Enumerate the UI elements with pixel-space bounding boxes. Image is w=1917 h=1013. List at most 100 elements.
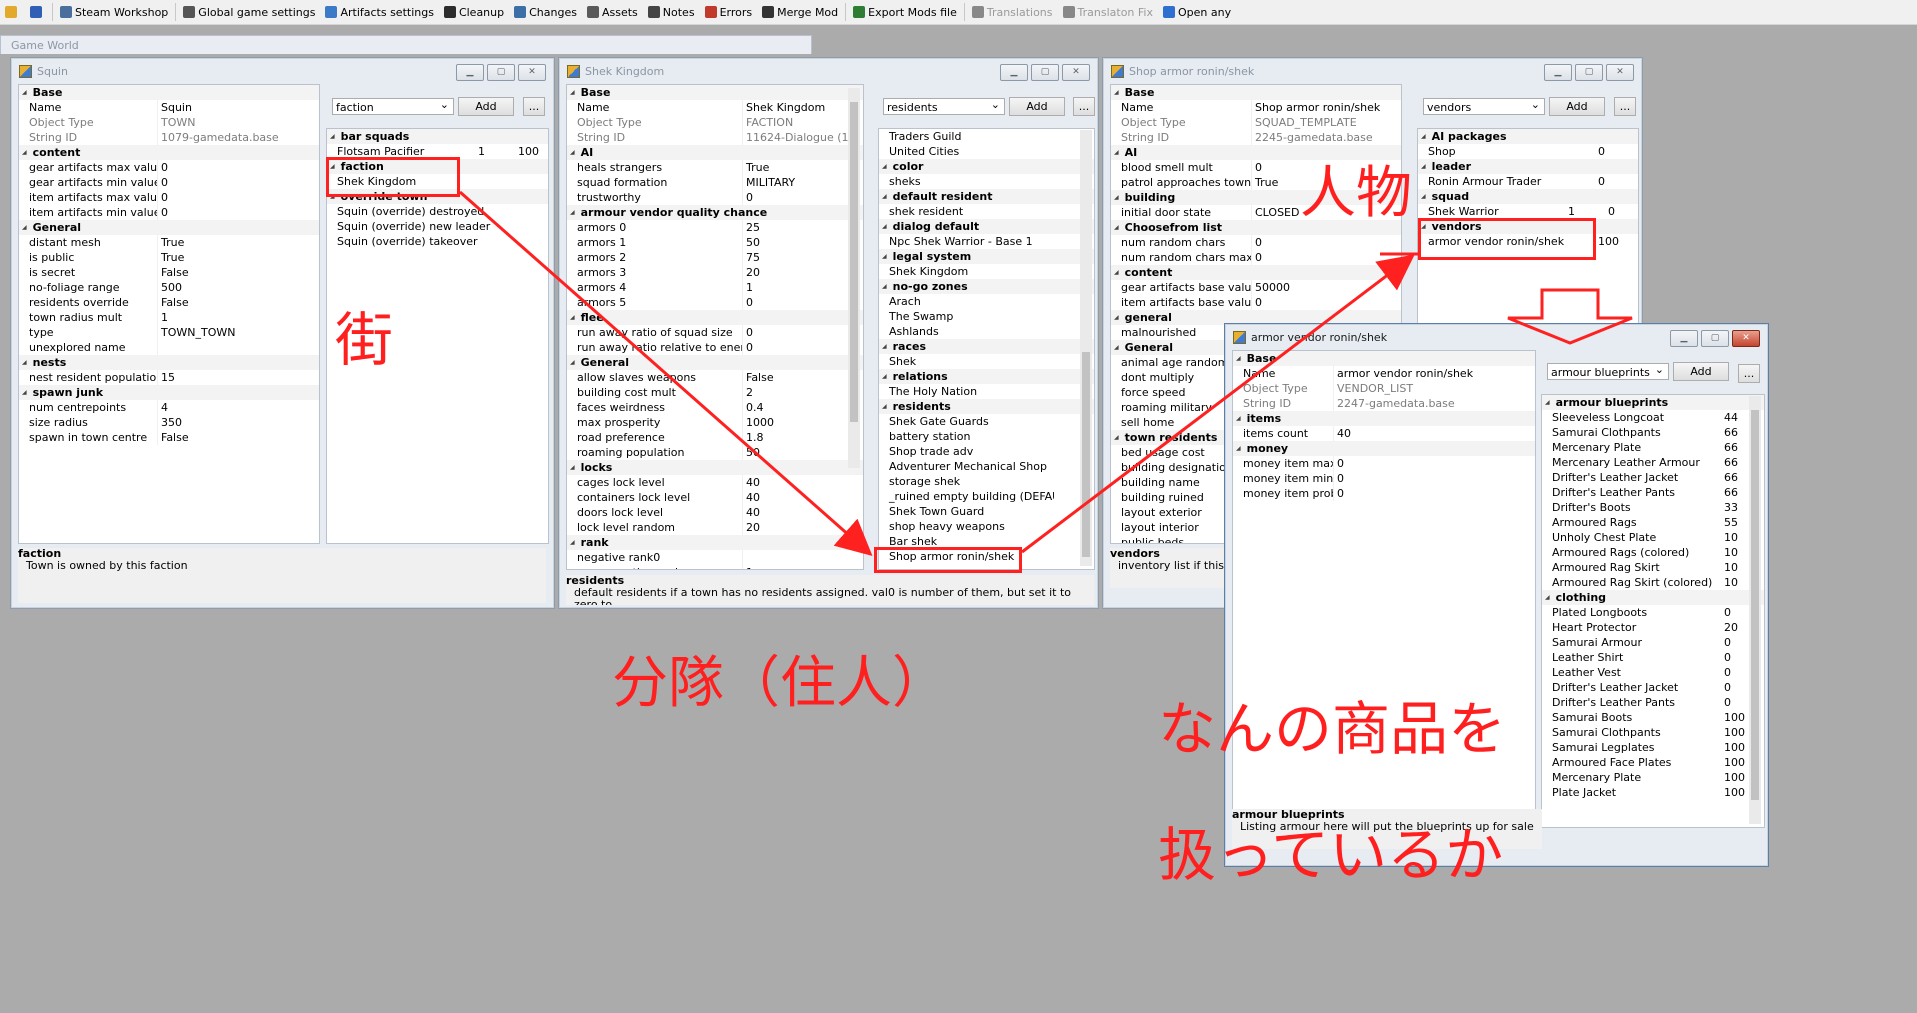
property-row[interactable]: armors 3 20 [567,265,863,280]
list-item[interactable]: Shop 0 [1418,144,1638,159]
property-value[interactable]: 40 [743,475,863,490]
squin-list-select[interactable]: faction [332,96,454,115]
minimize-button[interactable]: ▁ [1670,330,1698,347]
assets-button[interactable]: Assets [582,2,643,22]
property-row[interactable]: trustworthy 0 [567,190,863,205]
property-value[interactable]: 2245-gamedata.base [1252,130,1401,145]
property-row[interactable]: item artifacts max value 0 [19,190,319,205]
category-header[interactable]: leader [1418,159,1638,174]
list-item[interactable]: Shek [879,354,1094,369]
squin-properties-grid[interactable]: BaseNameSquinObject TypeTOWNString ID107… [18,84,320,544]
property-row[interactable]: max prosperity 1000 [567,415,863,430]
list-item[interactable]: Npc Shek Warrior - Base 1 [879,234,1094,249]
property-row[interactable]: Name Shop armor ronin/shek [1111,100,1401,115]
property-value[interactable]: SQUAD_TEMPLATE [1252,115,1401,130]
property-value[interactable]: False [158,430,319,445]
property-row[interactable]: roaming population 50 [567,445,863,460]
category-header[interactable]: rank [567,535,863,550]
list-item[interactable]: Shek Kingdom [879,264,1094,279]
vendor-more-button[interactable]: ... [1738,364,1760,383]
property-value[interactable]: False [743,370,863,385]
property-value[interactable]: armor vendor ronin/shek [1334,366,1535,381]
list-item[interactable]: Armoured Face Plates 100 [1542,755,1764,770]
list-item[interactable]: Drifter's Leather Pants 66 [1542,485,1764,500]
property-value[interactable]: 2 [743,385,863,400]
maximize-button[interactable]: ▢ [1031,64,1059,81]
property-row[interactable]: gear artifacts min value 0 [19,175,319,190]
property-value[interactable]: 0.4 [743,400,863,415]
vendor-items-list[interactable]: armour blueprintsSleeveless Longcoat44Sa… [1541,394,1765,828]
property-value[interactable]: 4 [158,400,319,415]
category-header[interactable]: residents [879,399,1094,414]
property-row[interactable]: money item prob 0 [1233,486,1535,501]
property-value[interactable]: 25 [743,220,863,235]
property-row[interactable]: armors 0 25 [567,220,863,235]
list-item[interactable]: Armoured Rag Skirt (colored) 10 [1542,575,1764,590]
list-item[interactable]: Plated Longboots 0 [1542,605,1764,620]
property-row[interactable]: spawn in town centre False [19,430,319,445]
steam-workshop-button[interactable]: Steam Workshop [55,2,173,22]
property-value[interactable]: 1.8 [743,430,863,445]
category-header[interactable]: legal system [879,249,1094,264]
list-item[interactable]: Armoured Rags (colored) 10 [1542,545,1764,560]
list-item[interactable]: Mercenary Plate 66 [1542,440,1764,455]
list-item[interactable]: Samurai Armour 0 [1542,635,1764,650]
property-value[interactable]: 20 [743,520,863,535]
property-value[interactable]: 0 [158,205,319,220]
shek-properties-scrollbar[interactable] [848,88,860,468]
squin-more-button[interactable]: ... [523,97,545,116]
list-item[interactable]: Unholy Chest Plate 10 [1542,530,1764,545]
property-row[interactable]: doors lock level 40 [567,505,863,520]
property-row[interactable]: armors 2 75 [567,250,863,265]
property-value[interactable]: 0 [158,160,319,175]
property-row[interactable]: faces weirdness 0.4 [567,400,863,415]
property-value[interactable]: 0 [158,190,319,205]
merge-mod-button[interactable]: Merge Mod [757,2,843,22]
category-header[interactable]: money [1233,441,1535,456]
squin-add-button[interactable]: Add [458,97,514,116]
property-value[interactable]: True [158,250,319,265]
property-value[interactable]: False [158,265,319,280]
property-value[interactable]: 500 [158,280,319,295]
vendor-add-button[interactable]: Add [1673,362,1729,381]
property-row[interactable]: building cost mult 2 [567,385,863,400]
property-row[interactable]: run away ratio of squad size 0 [567,325,863,340]
cleanup-button[interactable]: Cleanup [439,2,509,22]
squin-window-titlebar[interactable]: Squin ▁ ▢ ✕ [11,58,554,84]
property-value[interactable]: 11624-Dialogue (1 [743,130,863,145]
property-value[interactable]: VENDOR_LIST [1334,381,1535,396]
list-item[interactable]: Samurai Boots 100 [1542,710,1764,725]
close-button[interactable]: ✕ [1606,64,1634,81]
property-value[interactable]: 350 [158,415,319,430]
property-value[interactable]: TOWN [158,115,319,130]
property-value[interactable]: TOWN_TOWN [158,325,319,340]
property-row[interactable]: Name Squin [19,100,319,115]
list-item[interactable]: Heart Protector 20 [1542,620,1764,635]
list-item[interactable]: Armoured Rag Skirt 10 [1542,560,1764,575]
property-row[interactable]: lock level random 20 [567,520,863,535]
list-item[interactable]: The Swamp [879,309,1094,324]
property-value[interactable]: True [743,160,863,175]
close-button[interactable]: ✕ [518,64,546,81]
artifacts-settings-button[interactable]: Artifacts settings [320,2,438,22]
shek-add-button[interactable]: Add [1009,97,1065,116]
category-header[interactable]: General [19,220,319,235]
list-item[interactable]: Leather Vest 0 [1542,665,1764,680]
property-row[interactable]: squad formation MILITARY [567,175,863,190]
minimize-button[interactable]: ▁ [1544,64,1572,81]
category-header[interactable]: squad [1418,189,1638,204]
property-value[interactable]: 0 [1252,235,1401,250]
property-value[interactable]: 75 [743,250,863,265]
category-header[interactable]: races [879,339,1094,354]
property-row[interactable]: armors 1 50 [567,235,863,250]
list-item[interactable]: Ashlands [879,324,1094,339]
property-value[interactable]: 2247-gamedata.base [1334,396,1535,411]
maximize-button[interactable]: ▢ [1575,64,1603,81]
property-row[interactable]: item artifacts base value 0 [1111,295,1401,310]
maximize-button[interactable]: ▢ [487,64,515,81]
folder-open-button[interactable] [0,2,25,22]
category-header[interactable]: clothing [1542,590,1764,605]
property-row[interactable]: cages lock level 40 [567,475,863,490]
property-row[interactable]: Object Type TOWN [19,115,319,130]
property-row[interactable]: nest resident population 15 [19,370,319,385]
